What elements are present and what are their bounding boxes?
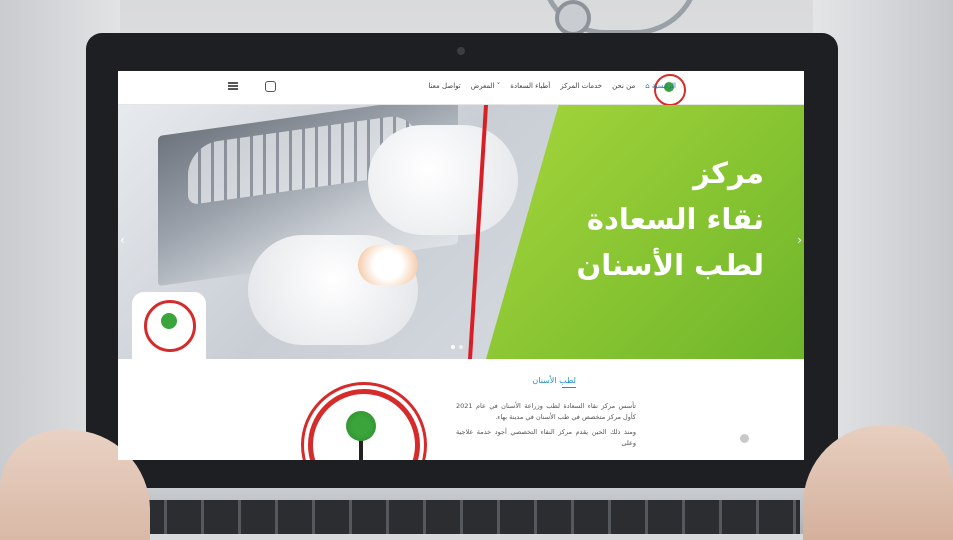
slider-dot-1[interactable] — [451, 345, 455, 349]
center-logo — [308, 389, 420, 460]
nav-item-about[interactable]: من نحن — [612, 82, 635, 90]
nav-menu: ⌂ الرئيسية من نحن خدمات المركز أطباء الس… — [428, 82, 676, 90]
hero-title-line2: نقاء السعادة — [586, 202, 764, 236]
hero-title: مركز نقاء السعادة لطب الأسنان — [524, 150, 764, 288]
site-logo[interactable] — [654, 74, 686, 106]
hero-title-line3: لطب الأسنان — [576, 248, 764, 282]
scroll-to-top-icon[interactable] — [740, 434, 749, 443]
hero-logo-badge — [132, 292, 206, 359]
hero-slider: مركز نقاء السعادة لطب الأسنان ‹ › — [118, 105, 804, 359]
about-paragraph-2: ومنذ ذلك الحين يقدم مركز النقاء التخصصي … — [456, 428, 636, 447]
slider-next-arrow[interactable]: › — [797, 233, 802, 247]
slider-dot-2[interactable] — [459, 345, 463, 349]
keyboard — [130, 500, 800, 534]
nav-item-gallery[interactable]: المعرض ˅ — [471, 82, 501, 90]
about-paragraph-1: تأسس مركز نقاء السعادة لطب وزراعة الأسنا… — [456, 402, 636, 421]
about-text: تأسس مركز نقاء السعادة لطب وزراعة الأسنا… — [456, 401, 636, 453]
about-title: لطب الأسنان — [532, 376, 576, 388]
slider-dots — [451, 345, 463, 349]
tooth-model-icon — [358, 245, 418, 285]
nav-item-contact[interactable]: تواصل معنا — [428, 82, 460, 90]
hamburger-menu-icon[interactable] — [228, 82, 238, 90]
site-navbar: ⌂ الرئيسية من نحن خدمات المركز أطباء الس… — [118, 71, 804, 106]
webcam — [457, 47, 465, 55]
instagram-icon[interactable] — [265, 81, 276, 92]
nav-item-home[interactable]: ⌂ الرئيسية — [645, 82, 676, 90]
laptop-screen: ⌂ الرئيسية من نحن خدمات المركز أطباء الس… — [118, 71, 804, 460]
slider-prev-arrow[interactable]: ‹ — [120, 233, 125, 247]
nav-item-doctors[interactable]: أطباء السعادة — [510, 82, 550, 90]
nav-item-services[interactable]: خدمات المركز — [560, 82, 602, 90]
hero-title-line1: مركز — [693, 156, 764, 190]
stethoscope-chestpiece — [555, 0, 591, 36]
gloved-hand-top — [368, 125, 518, 235]
about-section: لطب الأسنان تأسس مركز نقاء السعادة لطب و… — [118, 359, 804, 460]
